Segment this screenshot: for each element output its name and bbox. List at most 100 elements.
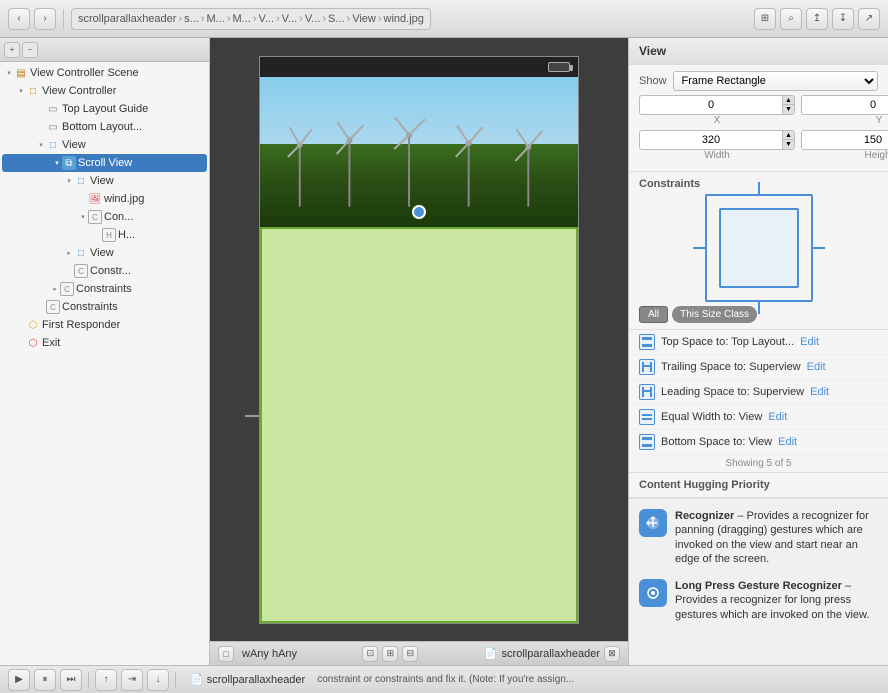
toggle-vc-scene[interactable]: ▾ bbox=[4, 68, 14, 78]
tree-item-vc[interactable]: ▾ □ View Controller bbox=[0, 82, 209, 100]
tree-item-scroll-view[interactable]: ▾ ⧉ Scroll View bbox=[2, 154, 207, 172]
label-view3: View bbox=[90, 247, 114, 259]
width-stepper-down[interactable]: ▼ bbox=[782, 140, 794, 149]
breadcrumb-item-9[interactable]: View bbox=[352, 13, 376, 25]
filter-all-btn[interactable]: All bbox=[639, 306, 668, 323]
constraint-icon-top bbox=[639, 334, 655, 350]
edit-btn-leading[interactable]: Edit bbox=[810, 386, 829, 398]
debug-pause-btn[interactable]: ⏸ bbox=[34, 669, 56, 691]
constraint-item-top[interactable]: Top Space to: Top Layout... Edit bbox=[629, 330, 888, 355]
toolbar-btn-down[interactable]: ↧ bbox=[832, 8, 854, 30]
label-scroll-view: Scroll View bbox=[78, 157, 132, 169]
canvas-size-btn-3[interactable]: ⊟ bbox=[402, 646, 418, 662]
edit-btn-trailing[interactable]: Edit bbox=[807, 361, 826, 373]
constraint-text-trailing: Trailing Space to: Superview bbox=[661, 361, 801, 373]
breadcrumb-item-3[interactable]: M... bbox=[206, 13, 224, 25]
toolbar-btn-search[interactable]: ⌕ bbox=[780, 8, 802, 30]
x-stepper-up[interactable]: ▲ bbox=[782, 96, 794, 105]
breadcrumb-item-7[interactable]: V... bbox=[305, 13, 321, 25]
left-panel: + − ▾ ▤ View Controller Scene ▾ □ View C… bbox=[0, 38, 210, 665]
tree-container: ▾ ▤ View Controller Scene ▾ □ View Contr… bbox=[0, 62, 209, 665]
canvas-extra-btn[interactable]: ⊠ bbox=[604, 646, 620, 662]
breadcrumb-item-4[interactable]: M... bbox=[232, 13, 250, 25]
battery-icon bbox=[548, 62, 570, 72]
toggle-scroll-view[interactable]: ▾ bbox=[52, 158, 62, 168]
width-stepper-up[interactable]: ▲ bbox=[782, 131, 794, 140]
tree-item-first-responder[interactable]: ▸ ⬡ First Responder bbox=[0, 316, 209, 334]
constraint-item-equal-width[interactable]: Equal Width to: View Edit bbox=[629, 405, 888, 430]
drag-handle[interactable] bbox=[412, 205, 426, 219]
toggle-view2[interactable]: ▾ bbox=[64, 176, 74, 186]
edit-btn-bottom[interactable]: Edit bbox=[778, 436, 797, 448]
x-stepper-down[interactable]: ▼ bbox=[782, 105, 794, 114]
debug-constraint-note: constraint or constraints and fix it. (N… bbox=[317, 674, 880, 685]
breadcrumb[interactable]: scrollparallaxheader › s... › M... › M..… bbox=[71, 8, 431, 30]
icon-view3: □ bbox=[74, 246, 88, 260]
xy-row: ▲ ▼ X ▲ ▼ bbox=[639, 95, 878, 126]
left-panel-btn-2[interactable]: − bbox=[22, 42, 38, 58]
height-input[interactable] bbox=[802, 131, 888, 149]
tree-item-constr1[interactable]: ▸ C Constr... bbox=[0, 262, 209, 280]
breadcrumb-item-6[interactable]: V... bbox=[282, 13, 298, 25]
tree-item-constraints1[interactable]: ▸ C Constraints bbox=[0, 280, 209, 298]
tree-item-vc-scene[interactable]: ▾ ▤ View Controller Scene bbox=[0, 64, 209, 82]
tree-item-view1[interactable]: ▾ □ View bbox=[0, 136, 209, 154]
canvas-size-btn-1[interactable]: ⊡ bbox=[362, 646, 378, 662]
tree-item-wind-jpg[interactable]: ▸ 🖼 wind.jpg bbox=[0, 190, 209, 208]
debug-step-btn[interactable]: ⏭ bbox=[60, 669, 82, 691]
constraint-text-leading: Leading Space to: Superview bbox=[661, 386, 804, 398]
tree-item-exit[interactable]: ▸ ⬡ Exit bbox=[0, 334, 209, 352]
toolbar-btn-share[interactable]: ↗ bbox=[858, 8, 880, 30]
toolbar-btn-grid[interactable]: ⊞ bbox=[754, 8, 776, 30]
edit-btn-equal-width[interactable]: Edit bbox=[768, 411, 787, 423]
breadcrumb-item-5[interactable]: V... bbox=[259, 13, 275, 25]
constraint-label-top: Top Space to: Top Layout... bbox=[661, 336, 794, 348]
width-input[interactable] bbox=[640, 131, 782, 149]
green-content bbox=[260, 227, 578, 623]
tree-item-view2[interactable]: ▾ □ View bbox=[0, 172, 209, 190]
size-class-btn[interactable]: This Size Class bbox=[672, 306, 757, 323]
canvas-toolbar-btn-1[interactable]: □ bbox=[218, 646, 234, 662]
right-panel-header: View bbox=[629, 38, 888, 65]
breadcrumb-item-1[interactable]: scrollparallaxheader bbox=[78, 13, 176, 25]
constraint-line-top bbox=[758, 182, 760, 196]
recognizer-icon-pan bbox=[639, 509, 667, 537]
toggle-view1[interactable]: ▾ bbox=[36, 140, 46, 150]
tree-item-con1[interactable]: ▾ C Con... bbox=[0, 208, 209, 226]
toggle-view3[interactable]: ▸ bbox=[64, 248, 74, 258]
tree-item-constraints2[interactable]: ▸ C Constraints bbox=[0, 298, 209, 316]
show-select[interactable]: Frame Rectangle bbox=[673, 71, 878, 91]
tree-item-bottom-layout[interactable]: ▸ ▭ Bottom Layout... bbox=[0, 118, 209, 136]
debug-tab-btn[interactable]: ⇥ bbox=[121, 669, 143, 691]
label-h-item: H... bbox=[118, 229, 135, 241]
constraint-item-leading[interactable]: Leading Space to: Superview Edit bbox=[629, 380, 888, 405]
tree-item-h-item[interactable]: ▸ H H... bbox=[0, 226, 209, 244]
breadcrumb-item-8[interactable]: S... bbox=[328, 13, 345, 25]
back-button[interactable]: ‹ bbox=[8, 8, 30, 30]
toggle-constraints1[interactable]: ▸ bbox=[50, 284, 60, 294]
showing-text: Showing 5 of 5 bbox=[725, 458, 791, 469]
breadcrumb-item-10[interactable]: wind.jpg bbox=[384, 13, 424, 25]
toggle-con1[interactable]: ▾ bbox=[78, 212, 88, 222]
toggle-vc[interactable]: ▾ bbox=[16, 86, 26, 96]
constraint-item-trailing[interactable]: Trailing Space to: Superview Edit bbox=[629, 355, 888, 380]
canvas-size-btn-2[interactable]: ⊞ bbox=[382, 646, 398, 662]
toolbar-btn-up[interactable]: ↥ bbox=[806, 8, 828, 30]
left-panel-btn-1[interactable]: + bbox=[4, 42, 20, 58]
debug-down-btn[interactable]: ↓ bbox=[147, 669, 169, 691]
constraint-item-bottom[interactable]: Bottom Space to: View Edit bbox=[629, 430, 888, 455]
tree-item-top-layout[interactable]: ▸ ▭ Top Layout Guide bbox=[0, 100, 209, 118]
debug-bar: ▶ ⏸ ⏭ ↑ ⇥ ↓ 📄 scrollparallaxheader const… bbox=[0, 665, 888, 693]
y-input[interactable] bbox=[802, 96, 888, 114]
debug-run-btn[interactable]: ▶ bbox=[8, 669, 30, 691]
canvas-area[interactable] bbox=[210, 38, 628, 641]
breadcrumb-item-2[interactable]: s... bbox=[184, 13, 199, 25]
forward-button[interactable]: › bbox=[34, 8, 56, 30]
constraint-label-bottom: Bottom Space to: View bbox=[661, 436, 772, 448]
tree-item-view3[interactable]: ▸ □ View bbox=[0, 244, 209, 262]
label-constraints1: Constraints bbox=[76, 283, 132, 295]
width-label: Width bbox=[704, 150, 730, 161]
debug-up-btn[interactable]: ↑ bbox=[95, 669, 117, 691]
x-input[interactable] bbox=[640, 96, 782, 114]
edit-btn-top[interactable]: Edit bbox=[800, 336, 819, 348]
